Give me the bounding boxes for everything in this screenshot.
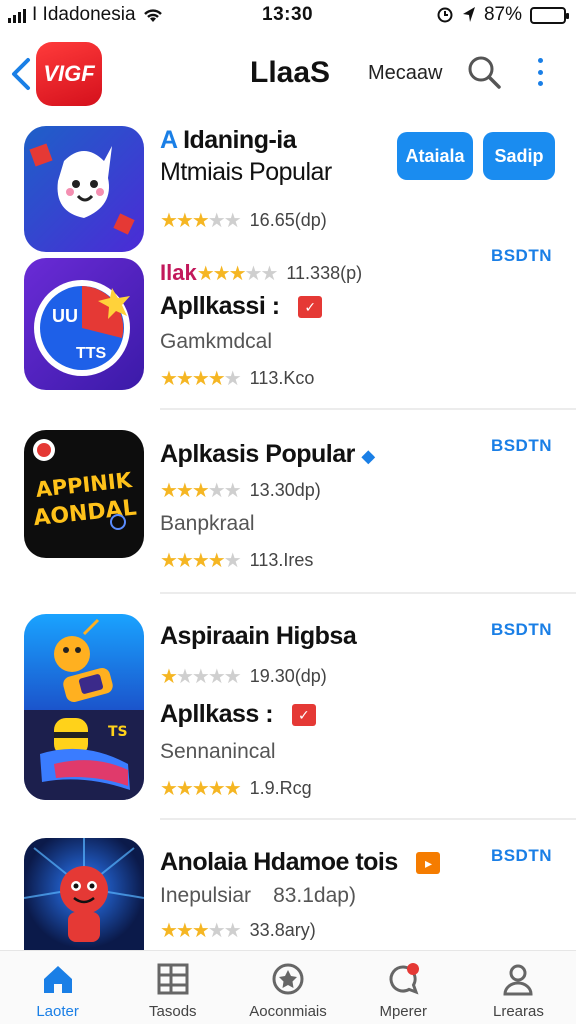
star-rating: ★★★★★: [160, 778, 242, 800]
app-category-3: Banpkraal: [160, 512, 255, 535]
divider: [160, 592, 576, 594]
status-time: 13:30: [262, 4, 314, 25]
tab-lrearas[interactable]: Lrearas: [461, 951, 576, 1024]
star-rating: ★★★★★: [160, 920, 242, 942]
app-category-5-row: Inepulsiar 83.1dap): [160, 884, 356, 907]
star-rating: ★★★★★: [160, 666, 242, 688]
signal-icon: [8, 7, 26, 23]
app-icon-3[interactable]: APPINIK AONDAL: [24, 430, 144, 558]
location-icon: [462, 7, 475, 22]
wifi-icon: [143, 9, 162, 22]
app-icon-5[interactable]: [24, 838, 144, 950]
app-icon-4[interactable]: TS: [24, 614, 144, 800]
app-category-4: Sennanincal: [160, 740, 276, 763]
badge-icon: ▸: [416, 852, 441, 875]
home-icon: [43, 966, 72, 993]
more-vertical-icon[interactable]: [530, 54, 550, 90]
filter-button-right[interactable]: Sadip: [483, 132, 555, 180]
app-icon-3-line-2: AONDAL: [32, 496, 137, 532]
status-bar: I Idadonesia 13:30 87%: [0, 0, 576, 32]
carrier-group: I Idadonesia: [8, 4, 164, 26]
status-right: 87%: [436, 4, 569, 26]
grid-icon: [157, 963, 189, 995]
divider: [160, 818, 576, 820]
battery-percent: 87%: [483, 4, 522, 25]
badge-icon: ✓: [298, 296, 323, 319]
tab-tasods[interactable]: Tasods: [115, 951, 230, 1024]
star-rating: ★★★★★: [160, 210, 242, 232]
bubble-icon: [389, 963, 420, 995]
rating-row-2: ★★★★★ 113.Kco: [160, 368, 315, 390]
rating-row-4: ★★★★★ 1.9.Rcg: [160, 778, 312, 800]
app-icon-1[interactable]: [24, 126, 144, 252]
filter-button-left[interactable]: Ataiala: [397, 132, 473, 180]
app-name-1[interactable]: A Idaning-ia: [160, 126, 297, 155]
app-header: VIGF LlaaS Mecaaw: [0, 36, 576, 110]
person-icon: [503, 964, 533, 996]
get-button-4[interactable]: BSDTN: [491, 620, 552, 640]
app-name-2[interactable]: Apllkassi : ✓: [160, 292, 323, 321]
rating-row-1: ★★★★★ 16.65(dp): [160, 210, 327, 232]
menu-link[interactable]: Mecaaw: [368, 62, 442, 85]
carrier-label: I Idadonesia: [32, 4, 136, 25]
store-logo[interactable]: VIGF: [36, 42, 102, 106]
bottom-tab-bar: Laoter Tasods Aoconmiais Mperer Lrearas: [0, 950, 576, 1024]
page-title: LlaaS: [250, 56, 331, 89]
rating-row-3-top: ★★★★★ 13.30dp): [160, 480, 321, 502]
star-rating: ★★★★★: [160, 480, 242, 502]
app-icon-2-text-1: UU: [52, 306, 78, 326]
divider: [160, 408, 576, 410]
search-icon[interactable]: [466, 54, 502, 90]
tab-mperer[interactable]: Mperer: [346, 951, 461, 1024]
star-circle-icon: [272, 963, 304, 995]
app-name-4[interactable]: Aspiraain Higbsa: [160, 622, 357, 651]
get-button-1[interactable]: BSDTN: [491, 246, 552, 266]
svg-text:TS: TS: [108, 724, 128, 740]
app-name-4b: Apllkass : ✓: [160, 700, 316, 729]
tab-laoter[interactable]: Laoter: [0, 951, 115, 1024]
verified-diamond-icon: ◆: [361, 446, 375, 466]
app-icon-2-text-2: TTS: [76, 345, 107, 362]
rating-row-2-top: Ilak ★★★★★ 11.338(p): [160, 260, 363, 285]
rating-row-4-top: ★★★★★ 19.30(dp): [160, 666, 327, 688]
battery-icon: [530, 6, 569, 24]
alarm-icon: [437, 7, 453, 23]
rating-row-5: ★★★★★ 33.8ary): [160, 920, 316, 942]
rating-row-3: ★★★★★ 113.Ires: [160, 550, 314, 572]
app-name-3[interactable]: Aplkasis Popular ◆: [160, 440, 375, 469]
tab-aoconmiais[interactable]: Aoconmiais: [230, 951, 345, 1024]
app-icon-2[interactable]: UU TTS: [24, 258, 144, 390]
app-name-5[interactable]: Anolaia Hdamoe tois ▸: [160, 848, 441, 877]
star-rating: ★★★★★: [196, 262, 279, 285]
app-category-2: Gamkmdcal: [160, 330, 273, 353]
back-chevron-icon[interactable]: [8, 54, 36, 94]
star-rating: ★★★★★: [160, 550, 242, 572]
get-button-5[interactable]: BSDTN: [491, 846, 552, 866]
badge-icon: ✓: [291, 704, 316, 727]
star-rating: ★★★★★: [160, 368, 242, 390]
app-subtitle-1: Mtmiais Popular: [160, 158, 332, 186]
get-button-3[interactable]: BSDTN: [491, 436, 552, 456]
